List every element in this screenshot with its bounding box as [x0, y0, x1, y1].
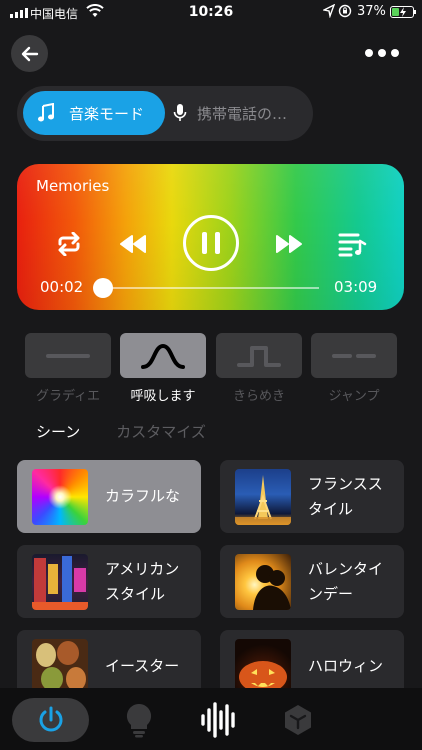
effect-label: ジャンプ	[328, 389, 380, 404]
gradient-line-icon	[46, 353, 90, 358]
effect-label: グラディエ	[35, 389, 101, 404]
scene-card-france[interactable]: フランススタイル	[220, 460, 404, 533]
back-button[interactable]	[11, 35, 48, 72]
total-time: 03:09	[334, 278, 378, 296]
arrow-left-icon	[21, 46, 38, 61]
phone-mode-label: 携帯電話の…	[197, 104, 288, 123]
nav-scene[interactable]	[276, 698, 320, 742]
battery-percent: 37%	[357, 4, 386, 19]
more-button[interactable]	[362, 44, 402, 62]
effect-flash[interactable]: きらめき	[216, 333, 302, 404]
current-time: 00:02	[40, 278, 84, 296]
microphone-icon	[173, 104, 187, 121]
battery-icon	[390, 6, 416, 18]
rewind-button[interactable]	[117, 231, 149, 257]
breathe-wave-icon	[141, 343, 185, 369]
scene-tabs: シーン カスタマイズ	[36, 421, 206, 442]
scene-card-america[interactable]: アメリカンスタイル	[17, 545, 201, 618]
nav-light[interactable]	[117, 698, 161, 742]
rewind-icon	[120, 235, 146, 253]
repeat-button[interactable]	[53, 229, 85, 259]
jump-dashes-icon	[332, 353, 376, 358]
more-dots-icon	[365, 49, 373, 57]
music-note-icon	[38, 103, 54, 122]
effect-jump[interactable]: ジャンプ	[311, 333, 397, 404]
nav-music[interactable]	[197, 698, 241, 742]
scene-name: アメリカンスタイル	[105, 559, 180, 603]
fast-forward-icon	[276, 235, 302, 253]
effect-selector: グラディエ 呼吸します きらめき ジャンプ	[25, 333, 397, 405]
nav-power[interactable]	[12, 698, 89, 742]
eiffel-tower-thumbnail	[235, 469, 291, 525]
mode-switch: 音楽モード 携帯電話の…	[17, 86, 313, 141]
scene-card-valentine[interactable]: バレンタインデー	[220, 545, 404, 618]
scene-name: バレンタインデー	[308, 559, 384, 603]
music-mode-tab[interactable]: 音楽モード	[23, 91, 165, 135]
bulb-icon	[126, 703, 152, 738]
colorful-thumbnail	[32, 469, 88, 525]
progress-track[interactable]	[101, 287, 319, 289]
phone-mode-tab[interactable]: 携帯電話の…	[173, 91, 309, 135]
rotation-lock-icon	[338, 4, 352, 18]
power-icon	[39, 706, 62, 732]
times-square-thumbnail	[32, 554, 88, 610]
status-bar: 中国电信 10:26 37%	[0, 0, 422, 26]
pause-icon	[202, 232, 207, 254]
scene-name: カラフルな	[105, 487, 181, 505]
scene-name: フランススタイル	[308, 474, 383, 518]
track-title: Memories	[36, 177, 110, 195]
repeat-icon	[58, 232, 80, 256]
pause-button[interactable]	[183, 215, 239, 271]
music-player-card: Memories 00:02 03:09	[17, 164, 404, 310]
music-mode-label: 音楽モード	[69, 104, 145, 123]
playlist-icon	[338, 233, 367, 257]
flash-pulse-icon	[237, 345, 281, 367]
effect-label: 呼吸します	[130, 389, 196, 404]
pumpkin-thumbnail	[235, 639, 291, 695]
effect-gradient[interactable]: グラディエ	[25, 333, 111, 404]
fast-forward-button[interactable]	[273, 231, 305, 257]
tab-custom[interactable]: カスタマイズ	[116, 421, 206, 442]
effect-label: きらめき	[232, 389, 285, 404]
effect-breathe[interactable]: 呼吸します	[120, 333, 206, 404]
scene-card-colorful[interactable]: カラフルな	[17, 460, 201, 533]
easter-eggs-thumbnail	[32, 639, 88, 695]
playlist-button[interactable]	[337, 229, 369, 259]
tab-scene[interactable]: シーン	[36, 421, 80, 442]
bottom-navigation	[0, 688, 422, 750]
sound-wave-icon	[201, 702, 235, 738]
location-icon	[323, 4, 335, 18]
cube-icon	[285, 705, 311, 735]
couple-sunset-thumbnail	[235, 554, 291, 610]
